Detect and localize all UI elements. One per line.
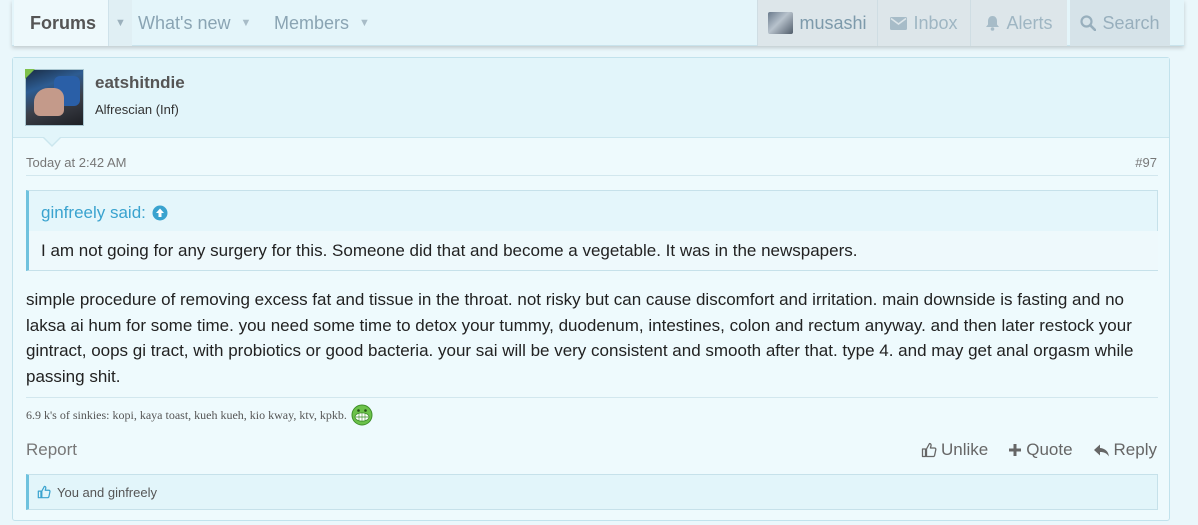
search-label: Search — [1102, 12, 1160, 33]
nav-tab-members-label: Members — [274, 12, 350, 33]
arrow-circle-up-icon[interactable] — [152, 205, 168, 221]
envelope-icon — [890, 16, 908, 30]
quote-author: ginfreely said: — [41, 203, 146, 222]
signature-text: 6.9 k's of sinkies: kopi, kaya toast, ku… — [26, 407, 347, 422]
post-date[interactable]: Today at 2:42 AM — [26, 155, 126, 170]
forums-dropdown-caret-icon[interactable]: ▼ — [108, 0, 132, 46]
alerts-label: Alerts — [1006, 12, 1053, 33]
account-menu[interactable]: musashi — [757, 0, 877, 46]
report-link[interactable]: Report — [26, 440, 77, 460]
grin-emoji-icon — [351, 404, 373, 426]
author-username[interactable]: eatshitndie — [95, 73, 185, 93]
post-actions: Unlike Quote Reply — [901, 440, 1157, 460]
quote-attribution[interactable]: ginfreely said: — [41, 203, 168, 223]
nav-tab-forums[interactable]: Forums — [14, 0, 120, 46]
online-indicator-icon — [25, 69, 35, 79]
quote-label: Quote — [1026, 440, 1073, 459]
avatar — [768, 12, 794, 34]
quote-text: I am not going for any surgery for this.… — [29, 231, 1158, 270]
top-navbar: Forums ▼ What's new ▼ Members ▼ musashi … — [12, 0, 1184, 46]
bell-icon — [985, 15, 1000, 31]
forum-post: eatshitndie Alfrescian (Inf) Today at 2:… — [12, 57, 1170, 521]
nav-tab-whats-new-label: What's new — [138, 12, 231, 33]
chevron-down-icon: ▼ — [240, 17, 252, 29]
nav-tab-whats-new[interactable]: What's new ▼ — [138, 0, 251, 46]
search-button[interactable]: Search — [1070, 0, 1170, 46]
likes-summary: You and ginfreely — [26, 474, 1158, 510]
post-signature: 6.9 k's of sinkies: kopi, kaya toast, ku… — [26, 404, 373, 426]
likes-text[interactable]: You and ginfreely — [57, 485, 157, 500]
thumbs-up-icon — [37, 485, 51, 499]
reply-arrow-icon — [1093, 443, 1110, 458]
signature-divider — [26, 397, 1158, 398]
nav-tab-members[interactable]: Members ▼ — [274, 0, 370, 46]
author-title: Alfrescian (Inf) — [95, 102, 179, 117]
unlike-label: Unlike — [940, 440, 989, 459]
account-username: musashi — [799, 12, 867, 33]
unlike-button[interactable]: Unlike — [921, 440, 988, 460]
nav-tab-forums-label: Forums — [30, 12, 97, 33]
post-message: simple procedure of removing excess fat … — [26, 290, 1134, 386]
inbox-label: Inbox — [913, 12, 958, 33]
chevron-down-icon: ▼ — [359, 17, 370, 29]
quote-block: ginfreely said: I am not going for any s… — [26, 190, 1158, 271]
thumbs-up-icon — [921, 442, 937, 458]
post-author-header: eatshitndie Alfrescian (Inf) — [13, 58, 1169, 138]
post-permalink[interactable]: #97 — [1135, 155, 1157, 170]
plus-icon — [1008, 443, 1022, 457]
header-pointer — [43, 137, 61, 147]
alerts-link[interactable]: Alerts — [970, 0, 1067, 46]
quote-button[interactable]: Quote — [1008, 440, 1073, 460]
inbox-link[interactable]: Inbox — [877, 0, 970, 46]
reply-label: Reply — [1113, 440, 1157, 459]
divider — [26, 175, 1158, 176]
reply-button[interactable]: Reply — [1093, 440, 1157, 460]
search-icon — [1080, 15, 1097, 31]
